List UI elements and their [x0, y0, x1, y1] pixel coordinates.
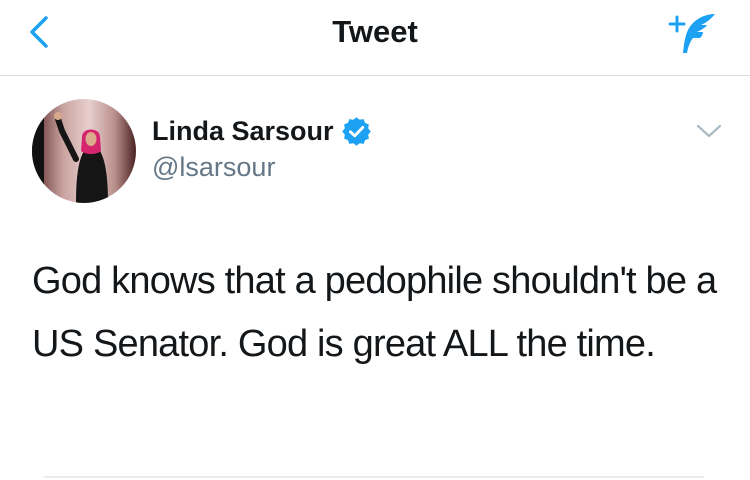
author-handle[interactable]: @lsarsour	[152, 152, 275, 183]
verified-badge-icon	[341, 117, 371, 146]
author-name-row: Linda Sarsour	[152, 116, 371, 147]
chevron-down-icon[interactable]	[694, 120, 724, 142]
page-title: Tweet	[332, 14, 418, 49]
tweet-text: God knows that a pedophile shouldn't be …	[32, 260, 717, 365]
compose-tweet-icon[interactable]	[666, 8, 718, 58]
navigation-bar: Tweet	[0, 0, 750, 76]
avatar-photo	[32, 99, 136, 203]
card-divider	[44, 476, 704, 478]
author-name[interactable]: Linda Sarsour	[152, 116, 334, 147]
author-avatar[interactable]	[32, 99, 136, 203]
